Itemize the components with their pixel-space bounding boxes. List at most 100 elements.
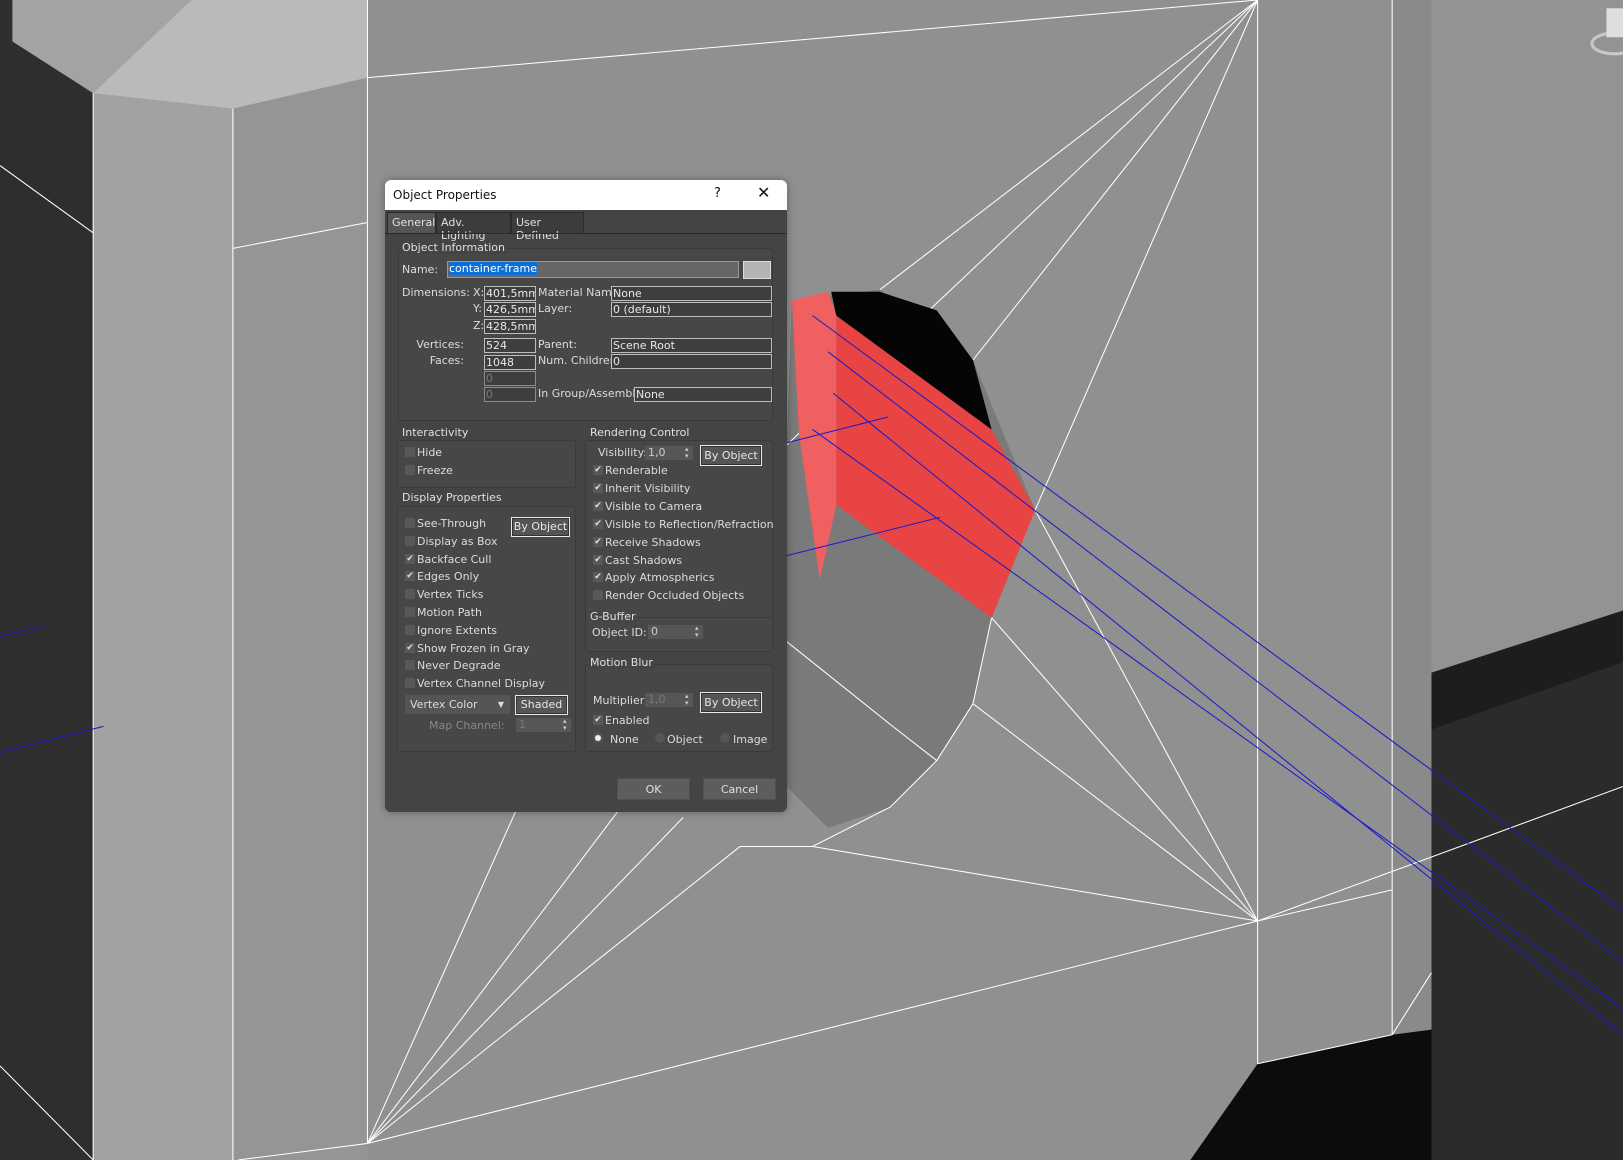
y-label: Y:: [473, 302, 482, 315]
radio-none[interactable]: [593, 733, 603, 743]
display-option-label: Edges Only: [417, 570, 480, 584]
extra-count-field-2: 0: [484, 387, 536, 402]
layer-label: Layer:: [538, 302, 573, 315]
rendering-option-label: Visible to Camera: [605, 499, 703, 513]
object-color-swatch[interactable]: [743, 261, 771, 279]
name-label: Name:: [402, 263, 439, 276]
display-option-checkbox[interactable]: [405, 624, 415, 635]
parent-label: Parent:: [538, 338, 577, 351]
display-option-label: Never Degrade: [417, 659, 501, 673]
enabled-checkbox[interactable]: ✔: [593, 715, 603, 725]
radio-image[interactable]: [720, 733, 730, 743]
object-id-spinner[interactable]: 0: [648, 625, 703, 639]
vertex-channel-select-value: Vertex Color: [410, 698, 478, 711]
dialog-title: Object Properties: [393, 188, 497, 202]
close-button[interactable]: ✕: [757, 183, 770, 202]
parent-field: Scene Root: [611, 338, 772, 353]
visibility-spinner[interactable]: 1,0: [645, 446, 693, 460]
tab-divider: [385, 233, 787, 234]
rendering-option-checkbox[interactable]: ✔: [593, 465, 603, 475]
freeze-checkbox[interactable]: [405, 465, 415, 475]
display-option-checkbox[interactable]: [405, 518, 415, 528]
material-name-label: Material Name:: [538, 286, 623, 299]
vertex-channel-select[interactable]: Vertex Color ▼: [405, 695, 510, 714]
map-channel-spinner[interactable]: 1: [516, 718, 571, 732]
dimension-z-field: 428,5mm: [484, 319, 536, 334]
dimension-y-field: 426,5mm: [484, 302, 536, 317]
object-properties-dialog: Object Properties ? ✕ General Adv. Light…: [385, 180, 787, 812]
display-option-label: Show Frozen in Gray: [417, 641, 530, 655]
rendering-option-label: Render Occluded Objects: [605, 589, 745, 603]
display-by-object-button[interactable]: By Object: [511, 517, 570, 537]
help-button[interactable]: ?: [714, 186, 721, 201]
tab-adv-lighting[interactable]: Adv. Lighting: [436, 212, 511, 242]
in-group-field: None: [634, 387, 772, 402]
column-front-face: [93, 93, 233, 1160]
rendering-option-label: Renderable: [605, 464, 668, 477]
display-option-checkbox[interactable]: ✔: [405, 553, 415, 564]
display-option-checkbox[interactable]: [405, 535, 415, 546]
display-option-label: Display as Box: [417, 534, 498, 548]
display-option-checkbox[interactable]: ✔: [405, 642, 415, 653]
layer-field: 0 (default): [611, 302, 772, 317]
num-children-label: Num. Children:: [538, 354, 621, 367]
display-option-checkbox[interactable]: [405, 660, 415, 671]
rendering-option-label: Visible to Reflection/Refraction: [605, 517, 774, 531]
ok-button[interactable]: OK: [617, 778, 690, 800]
num-children-field: 0: [611, 354, 772, 369]
rendering-option-checkbox[interactable]: [593, 590, 603, 601]
enabled-label: Enabled: [605, 714, 650, 727]
display-option-label: Backface Cull: [417, 552, 492, 566]
rendering-option-label: Receive Shadows: [605, 535, 701, 549]
display-option-checkbox[interactable]: ✔: [405, 571, 415, 582]
3d-viewport[interactable]: [0, 0, 1623, 1160]
interactivity-title: Interactivity: [400, 426, 471, 439]
left-dark-face: [0, 0, 94, 1160]
in-group-label: In Group/Assembly:: [538, 387, 645, 400]
right-far-face: [1431, 0, 1623, 673]
display-option-label: Motion Path: [417, 606, 482, 619]
rendering-option-checkbox[interactable]: ✔: [593, 482, 603, 493]
tab-user-defined[interactable]: User Defined: [511, 212, 584, 242]
shaded-button[interactable]: Shaded: [515, 695, 568, 715]
display-option-label: Vertex Ticks: [417, 588, 484, 602]
display-option-label: Ignore Extents: [417, 623, 498, 637]
column-side-face: [232, 77, 368, 1160]
dimension-x-field: 401,5mm: [484, 286, 536, 301]
vertices-label: Vertices:: [416, 338, 464, 351]
display-option-checkbox[interactable]: [405, 607, 415, 617]
motion-blur-by-object-button[interactable]: By Object: [700, 692, 762, 713]
faces-label: Faces:: [429, 354, 464, 367]
radio-image-label: Image: [733, 733, 768, 746]
vertices-field: 524: [484, 338, 536, 353]
rendering-option-checkbox[interactable]: ✔: [593, 518, 603, 529]
radio-none-label: None: [610, 733, 639, 746]
display-option-checkbox[interactable]: [405, 678, 415, 689]
radio-object[interactable]: [655, 733, 665, 743]
object-id-label: Object ID:: [592, 626, 647, 639]
freeze-label: Freeze: [417, 464, 453, 477]
radio-object-label: Object: [667, 733, 703, 746]
extra-count-field-1: 0: [484, 371, 536, 386]
rendering-option-checkbox[interactable]: ✔: [593, 554, 603, 565]
hide-checkbox[interactable]: [405, 447, 415, 457]
right-side-face: [1392, 0, 1432, 1160]
dialog-title-bar[interactable]: Object Properties ? ✕: [385, 180, 787, 210]
rendering-by-object-button[interactable]: By Object: [700, 445, 762, 466]
tab-general[interactable]: General: [387, 212, 436, 234]
cancel-button[interactable]: Cancel: [703, 778, 776, 800]
rendering-option-checkbox[interactable]: ✔: [593, 536, 603, 547]
x-label: X:: [473, 286, 485, 299]
multiplier-label: Multiplier:: [593, 694, 648, 707]
dimensions-label: Dimensions:: [402, 286, 470, 299]
chevron-down-icon: ▼: [497, 700, 504, 709]
multiplier-spinner[interactable]: 1,0: [645, 693, 693, 707]
name-input[interactable]: container-frame: [447, 261, 739, 278]
rendering-option-checkbox[interactable]: ✔: [593, 572, 603, 583]
motion-blur-title: Motion Blur: [588, 656, 655, 669]
rendering-option-label: Cast Shadows: [605, 553, 683, 567]
display-option-checkbox[interactable]: [405, 589, 415, 600]
rendering-option-checkbox[interactable]: ✔: [593, 500, 603, 511]
rendering-option-label: Apply Atmospherics: [605, 571, 715, 585]
g-buffer-divider: [637, 617, 773, 618]
